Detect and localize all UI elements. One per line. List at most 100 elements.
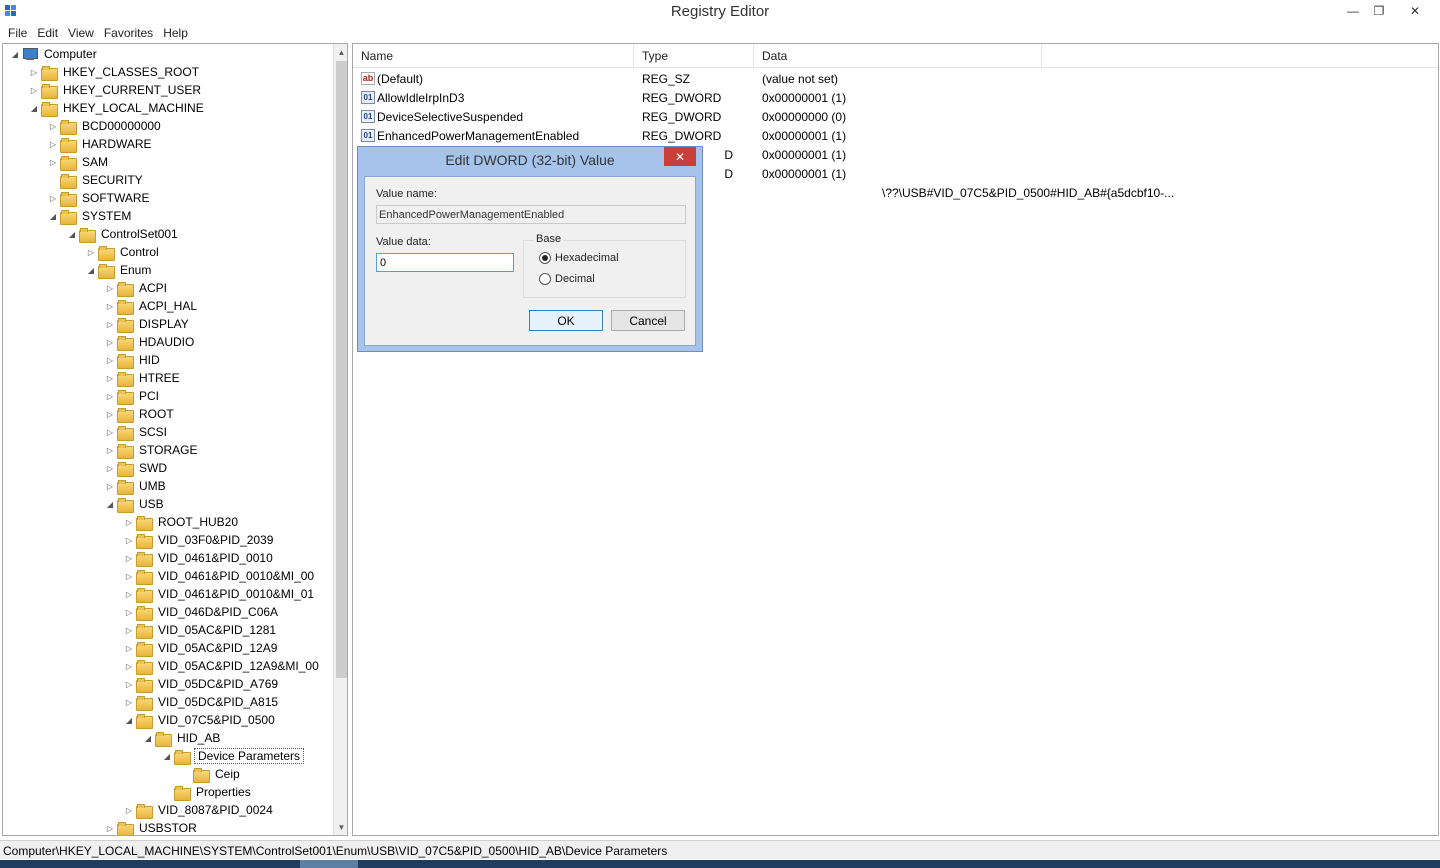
expand-arrow-icon[interactable]: ▷: [124, 531, 134, 549]
close-button[interactable]: ✕: [1392, 0, 1438, 21]
expand-arrow-icon[interactable]: ▷: [124, 603, 134, 621]
expand-arrow-icon[interactable]: ▷: [124, 801, 134, 819]
tree-item[interactable]: ▷ ACPI: [105, 279, 169, 297]
expand-arrow-icon[interactable]: ▷: [48, 153, 58, 171]
menu-edit[interactable]: Edit: [32, 26, 63, 40]
tree-item[interactable]: ▷ VID_8087&PID_0024: [124, 801, 275, 819]
value-data-input[interactable]: [376, 253, 514, 272]
expand-arrow-icon[interactable]: ▷: [124, 639, 134, 657]
decimal-radio[interactable]: [539, 273, 551, 285]
expand-arrow-icon[interactable]: ▷: [105, 387, 115, 405]
collapse-arrow-icon[interactable]: ◢: [67, 225, 77, 243]
column-name[interactable]: Name: [353, 44, 634, 68]
hexadecimal-option[interactable]: Hexadecimal: [539, 252, 619, 264]
expand-arrow-icon[interactable]: ▷: [29, 81, 39, 99]
expand-arrow-icon[interactable]: ▷: [86, 243, 96, 261]
expand-arrow-icon[interactable]: ▷: [105, 351, 115, 369]
tree-item[interactable]: ◢ USB: [105, 495, 166, 513]
tree-item[interactable]: ▷ Control: [86, 243, 161, 261]
collapse-arrow-icon[interactable]: ◢: [143, 729, 153, 747]
tree-item[interactable]: ▷ VID_046D&PID_C06A: [124, 603, 280, 621]
ok-button[interactable]: OK: [529, 310, 603, 331]
collapse-arrow-icon[interactable]: ◢: [105, 495, 115, 513]
menu-file[interactable]: File: [3, 26, 32, 40]
menu-favorites[interactable]: Favorites: [99, 26, 158, 40]
tree-item[interactable]: ◢ HKEY_LOCAL_MACHINE: [29, 99, 206, 117]
expand-arrow-icon[interactable]: ▷: [124, 549, 134, 567]
collapse-arrow-icon[interactable]: ◢: [48, 207, 58, 225]
tree-item[interactable]: ▷ STORAGE: [105, 441, 199, 459]
expand-arrow-icon[interactable]: ▷: [124, 675, 134, 693]
expand-arrow-icon[interactable]: ▷: [105, 477, 115, 495]
value-row[interactable]: 01 DeviceSelectiveSuspended REG_DWORD 0x000…: [353, 107, 1158, 126]
cancel-button[interactable]: Cancel: [611, 310, 685, 331]
tree-item[interactable]: ▷ ACPI_HAL: [105, 297, 199, 315]
tree-item[interactable]: SECURITY: [48, 171, 145, 189]
scroll-thumb[interactable]: [336, 61, 347, 678]
expand-arrow-icon[interactable]: ▷: [105, 315, 115, 333]
tree-item[interactable]: ◢ VID_07C5&PID_0500: [124, 711, 277, 729]
tree-item[interactable]: ▷ VID_05AC&PID_12A9&MI_00: [124, 657, 321, 675]
expand-arrow-icon[interactable]: ▷: [105, 279, 115, 297]
expand-arrow-icon[interactable]: ▷: [124, 693, 134, 711]
value-row[interactable]: 01 EnhancedPowerManagementEnabled REG_DWOR…: [353, 126, 1158, 145]
tree-item[interactable]: ▷ VID_05AC&PID_1281: [124, 621, 278, 639]
expand-arrow-icon[interactable]: ▷: [105, 405, 115, 423]
tree-item[interactable]: ▷ VID_03F0&PID_2039: [124, 531, 275, 549]
expand-arrow-icon[interactable]: ▷: [124, 567, 134, 585]
tree-item[interactable]: ▷ SCSI: [105, 423, 169, 441]
tree-item[interactable]: ▷ HKEY_CURRENT_USER: [29, 81, 203, 99]
tree-item[interactable]: ◢ Device Parameters: [162, 747, 305, 765]
menu-view[interactable]: View: [63, 26, 99, 40]
scroll-up-icon[interactable]: ▲: [334, 44, 347, 60]
expand-arrow-icon[interactable]: ▷: [124, 585, 134, 603]
hexadecimal-radio[interactable]: [539, 252, 551, 264]
value-row[interactable]: ab (Default) REG_SZ (value not set): [353, 69, 1158, 88]
tree-item[interactable]: ▷ HARDWARE: [48, 135, 154, 153]
column-data[interactable]: Data: [754, 44, 1042, 68]
value-row[interactable]: 01 AllowIdleIrpInD3 REG_DWORD 0x00000001 (1…: [353, 88, 1158, 107]
tree-item[interactable]: ▷ VID_05DC&PID_A769: [124, 675, 280, 693]
collapse-arrow-icon[interactable]: ◢: [10, 45, 20, 63]
expand-arrow-icon[interactable]: ▷: [48, 135, 58, 153]
tree-item[interactable]: ▷ ROOT_HUB20: [124, 513, 240, 531]
tree-item[interactable]: ◢ Computer: [10, 45, 99, 63]
expand-arrow-icon[interactable]: ▷: [48, 117, 58, 135]
tree-item[interactable]: ◢ HID_AB: [143, 729, 222, 747]
tree-item[interactable]: ▷ HKEY_CLASSES_ROOT: [29, 63, 201, 81]
tree-item[interactable]: ▷ SAM: [48, 153, 110, 171]
menu-help[interactable]: Help: [158, 26, 193, 40]
tree-item[interactable]: ▷ SWD: [105, 459, 169, 477]
tree-item[interactable]: ▷ UMB: [105, 477, 168, 495]
column-type[interactable]: Type: [634, 44, 754, 68]
restore-button[interactable]: ❐: [1366, 0, 1392, 21]
expand-arrow-icon[interactable]: ▷: [124, 657, 134, 675]
expand-arrow-icon[interactable]: ▷: [29, 63, 39, 81]
tree-item[interactable]: ▷ HID: [105, 351, 162, 369]
expand-arrow-icon[interactable]: ▷: [48, 189, 58, 207]
tree-item[interactable]: ▷ VID_05DC&PID_A815: [124, 693, 280, 711]
minimize-button[interactable]: —: [1340, 0, 1366, 21]
tree-item[interactable]: ▷ SOFTWARE: [48, 189, 152, 207]
tree-item[interactable]: ▷ PCI: [105, 387, 161, 405]
expand-arrow-icon[interactable]: ▷: [105, 369, 115, 387]
dialog-close-button[interactable]: ✕: [664, 147, 696, 166]
tree-item[interactable]: ▷ BCD00000000: [48, 117, 163, 135]
collapse-arrow-icon[interactable]: ◢: [162, 747, 172, 765]
expand-arrow-icon[interactable]: ▷: [105, 297, 115, 315]
taskbar-active-item[interactable]: [300, 860, 358, 868]
decimal-option[interactable]: Decimal: [539, 273, 595, 285]
collapse-arrow-icon[interactable]: ◢: [29, 99, 39, 117]
scroll-down-icon[interactable]: ▼: [334, 819, 347, 835]
expand-arrow-icon[interactable]: ▷: [124, 621, 134, 639]
tree-item[interactable]: ◢ SYSTEM: [48, 207, 133, 225]
expand-arrow-icon[interactable]: ▷: [105, 441, 115, 459]
collapse-arrow-icon[interactable]: ◢: [86, 261, 96, 279]
tree-item[interactable]: ▷ ROOT: [105, 405, 176, 423]
tree-item[interactable]: Properties: [162, 783, 253, 801]
tree-item[interactable]: ▷ HDAUDIO: [105, 333, 196, 351]
expand-arrow-icon[interactable]: ▷: [105, 459, 115, 477]
tree-item[interactable]: ▷ VID_0461&PID_0010: [124, 549, 275, 567]
tree-item[interactable]: ▷ VID_05AC&PID_12A9: [124, 639, 279, 657]
tree-item[interactable]: ◢ Enum: [86, 261, 153, 279]
